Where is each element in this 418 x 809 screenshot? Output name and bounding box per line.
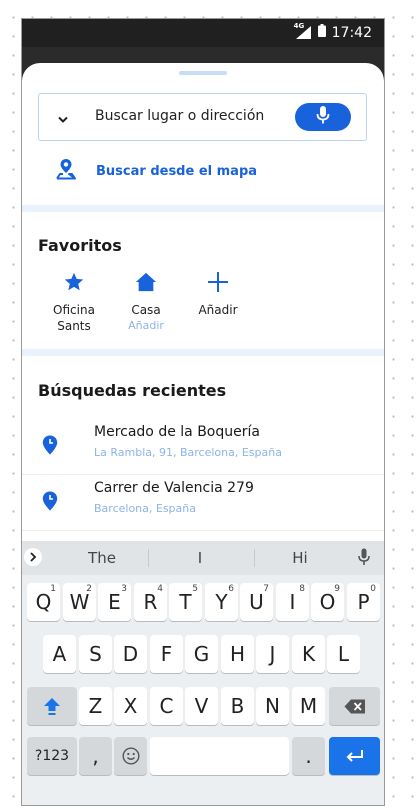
suggestion-separator [254,549,255,567]
key-j[interactable]: J [256,635,289,673]
chevron-down-icon[interactable] [57,109,69,128]
search-from-map-label: Buscar desde el mapa [96,163,258,179]
on-screen-keyboard: The I Hi Q1 W2 E3 R4 T5 Y6 U7 I8 O9 P0 A… [22,541,384,805]
key-x[interactable]: X [114,687,147,725]
key-c[interactable]: C [150,687,183,725]
suggestion-word[interactable]: I [160,549,240,567]
microphone-icon[interactable] [358,548,370,570]
suggestion-word[interactable]: Hi [260,549,340,567]
search-bar[interactable]: Buscar lugar o dirección [38,93,367,141]
recent-search-item[interactable]: Carrer de Valencia 279 Barcelona, España [22,474,384,531]
symbols-key[interactable]: ?123 [27,737,77,775]
chevron-right-icon [30,552,37,562]
key-l[interactable]: L [327,635,360,673]
search-input[interactable]: Buscar lugar o dirección [95,108,264,124]
suggestion-word[interactable]: The [62,549,142,567]
period-key[interactable]: . [292,737,325,775]
key-t[interactable]: T5 [169,583,202,621]
suggestion-strip: The I Hi [22,541,384,575]
key-y[interactable]: Y6 [205,583,238,621]
expand-toolbar-button[interactable] [24,548,42,566]
microphone-icon [316,105,330,129]
key-m[interactable]: M [292,687,325,725]
star-icon [63,271,85,295]
recent-search-title: Carrer de Valencia 279 [94,480,254,496]
recent-searches-title: Búsquedas recientes [38,381,227,400]
key-f[interactable]: F [150,635,183,673]
recent-search-subtitle: La Rambla, 91, Barcelona, España [94,446,282,459]
status-bar: 4G 17:42 [22,19,384,47]
backspace-icon [344,699,365,713]
phone-screen: 4G 17:42 Buscar lugar o dirección Buscar… [21,18,385,806]
shift-icon [44,698,60,715]
backspace-key[interactable] [329,687,380,725]
recent-search-item[interactable]: Mercado de la Boquería La Rambla, 91, Ba… [22,418,384,475]
key-v[interactable]: V [185,687,218,725]
favorites-title: Favoritos [38,236,122,255]
key-g[interactable]: G [185,635,218,673]
favorite-add[interactable]: Añadir [178,271,258,318]
key-k[interactable]: K [292,635,325,673]
key-h[interactable]: H [221,635,254,673]
key-i[interactable]: I8 [276,583,309,621]
space-key[interactable] [150,737,289,775]
favorite-label: Casa [131,303,161,317]
recent-search-subtitle: Barcelona, España [94,502,196,515]
recent-search-title: Mercado de la Boquería [94,424,260,440]
history-pin-icon [42,435,58,459]
favorite-label: Añadir [198,303,238,317]
key-d[interactable]: D [114,635,147,673]
key-r[interactable]: R4 [134,583,167,621]
enter-icon [346,750,363,762]
key-n[interactable]: N [256,687,289,725]
drag-handle[interactable] [179,71,227,75]
emoji-icon [121,747,140,765]
comma-key[interactable]: , [79,737,112,775]
section-divider [22,205,384,212]
key-b[interactable]: B [221,687,254,725]
key-w[interactable]: W2 [63,583,96,621]
section-divider [22,349,384,356]
key-o[interactable]: O9 [311,583,344,621]
map-pin-icon [54,157,78,185]
favorite-oficina-sants[interactable]: Oficina Sants [34,271,114,334]
key-p[interactable]: P0 [347,583,380,621]
shift-key[interactable] [27,687,77,725]
history-pin-icon [42,491,58,515]
add-home-link[interactable]: Añadir [106,318,186,334]
battery-icon [317,24,326,41]
key-a[interactable]: A [43,635,76,673]
signal-icon: 4G [294,22,312,39]
key-s[interactable]: S [79,635,112,673]
search-from-map-row[interactable]: Buscar desde el mapa [54,157,257,185]
key-e[interactable]: E3 [98,583,131,621]
enter-key[interactable] [329,737,380,775]
voice-search-button[interactable] [295,103,351,131]
key-u[interactable]: U7 [240,583,273,621]
clock: 17:42 [331,24,372,41]
favorite-label: Oficina Sants [53,303,95,333]
favorite-casa[interactable]: Casa Añadir [106,271,186,334]
plus-icon [207,271,229,295]
emoji-key[interactable] [114,737,147,775]
key-q[interactable]: Q1 [27,583,60,621]
network-label: 4G [293,22,305,30]
suggestion-separator [148,549,149,567]
key-z[interactable]: Z [79,687,112,725]
home-icon [135,271,157,295]
